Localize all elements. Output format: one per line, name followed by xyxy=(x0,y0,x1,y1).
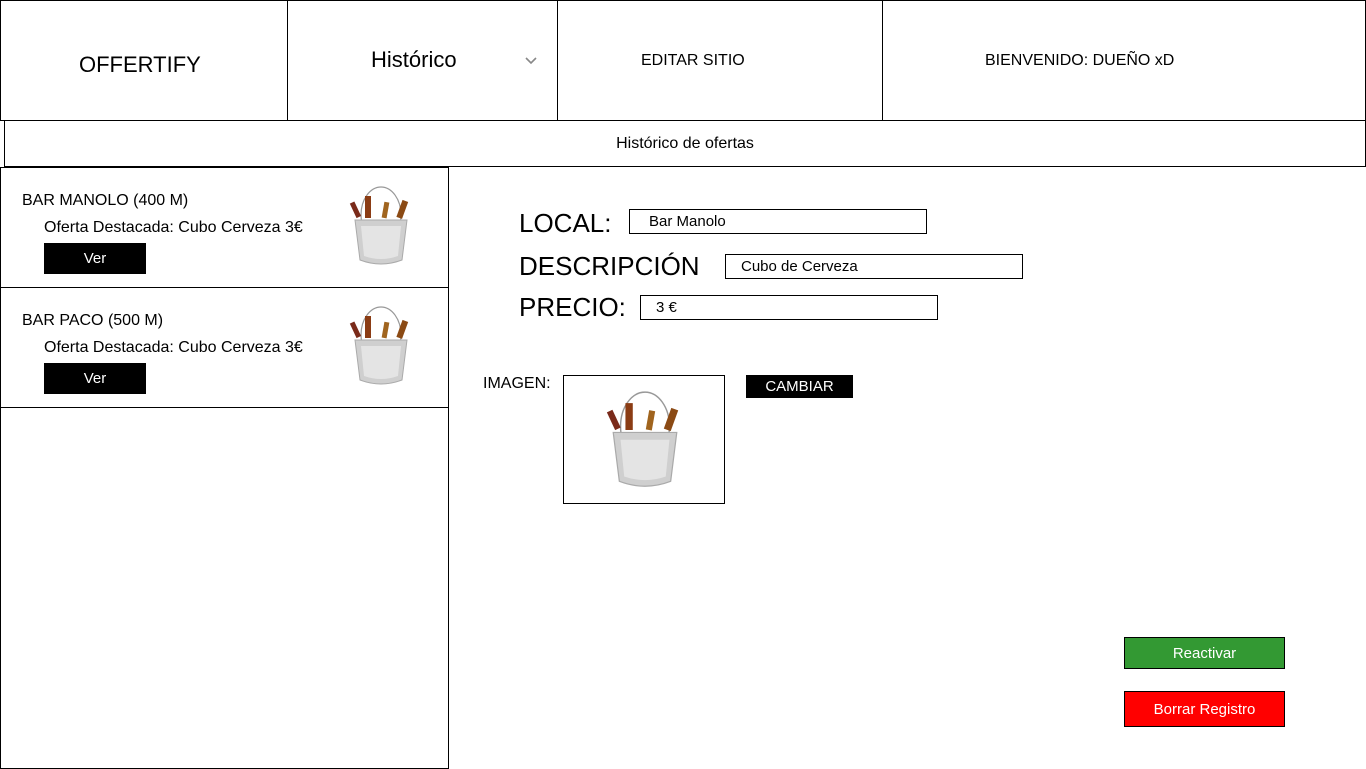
nav-dropdown[interactable]: Histórico xyxy=(287,0,558,121)
subheader-bar: Histórico de ofertas xyxy=(4,120,1366,167)
beer-bucket-image xyxy=(349,306,409,385)
local-label: LOCAL: xyxy=(519,208,612,238)
offer-highlight: Oferta Destacada: Cubo Cerveza 3€ xyxy=(44,219,303,236)
description-field[interactable]: Cubo de Cerveza xyxy=(725,254,1023,279)
offer-name: BAR PACO (500 M) xyxy=(22,312,164,329)
chevron-down-icon[interactable] xyxy=(525,57,537,65)
reactivate-button[interactable]: Reactivar xyxy=(1124,637,1285,669)
price-value: 3 € xyxy=(656,299,677,316)
nav-dropdown-label: Histórico xyxy=(371,47,457,72)
welcome-cell: BIENVENIDO: DUEÑO xD xyxy=(882,0,1366,121)
app-logo: OFFERTIFY xyxy=(79,52,201,77)
view-button[interactable]: Ver xyxy=(44,243,146,274)
local-field[interactable]: Bar Manolo xyxy=(629,209,927,234)
description-value: Cubo de Cerveza xyxy=(741,258,858,275)
price-field[interactable]: 3 € xyxy=(640,295,938,320)
delete-record-button[interactable]: Borrar Registro xyxy=(1124,691,1285,727)
list-item[interactable]: BAR MANOLO (400 M) Oferta Destacada: Cub… xyxy=(0,167,449,288)
offer-name: BAR MANOLO (400 M) xyxy=(22,192,189,209)
page-title: Histórico de ofertas xyxy=(616,134,754,152)
description-label: DESCRIPCIÓN xyxy=(519,251,700,281)
edit-site-label: EDITAR SITIO xyxy=(641,52,745,69)
beer-bucket-image xyxy=(349,186,409,265)
image-label: IMAGEN: xyxy=(483,375,551,392)
price-label: PRECIO: xyxy=(519,292,626,322)
change-image-button[interactable]: CAMBIAR xyxy=(746,375,853,398)
view-button[interactable]: Ver xyxy=(44,363,146,394)
local-value: Bar Manolo xyxy=(649,213,726,230)
list-item[interactable]: BAR PACO (500 M) Oferta Destacada: Cubo … xyxy=(0,287,449,408)
beer-bucket-image xyxy=(606,391,679,487)
welcome-text: BIENVENIDO: DUEÑO xD xyxy=(985,52,1175,69)
edit-site-link[interactable]: EDITAR SITIO xyxy=(557,0,883,121)
offer-image-frame xyxy=(563,375,725,504)
offer-highlight: Oferta Destacada: Cubo Cerveza 3€ xyxy=(44,339,303,356)
logo-cell: OFFERTIFY xyxy=(0,0,288,121)
